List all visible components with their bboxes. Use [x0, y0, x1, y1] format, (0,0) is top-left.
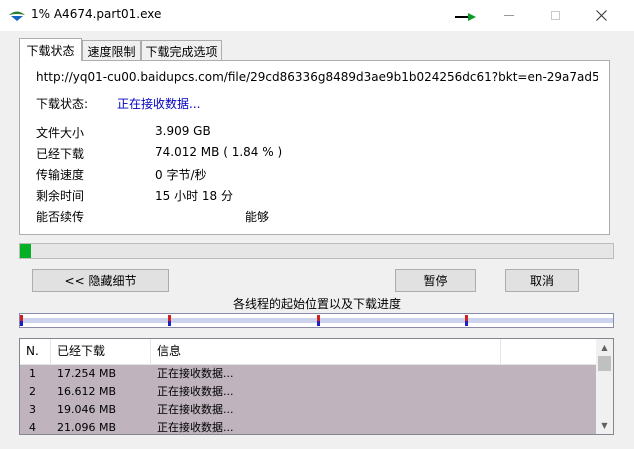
app-download-icon — [9, 11, 25, 21]
connection-downloaded: 19.046 MB — [57, 403, 117, 416]
connection-downloaded: 16.612 MB — [57, 385, 117, 398]
transfer-rate-label: 传输速度 — [36, 168, 85, 182]
title-bar[interactable]: 1% A4674.part01.exe — [0, 0, 634, 31]
connection-info: 正在接收数据... — [157, 421, 234, 434]
download-status-panel: http://yq01-cu00.baidupcs.com/file/29cd8… — [19, 60, 610, 235]
scroll-thumb[interactable] — [598, 356, 611, 371]
connection-number: 3 — [29, 403, 36, 416]
connection-info: 正在接收数据... — [157, 367, 234, 380]
status-label: 下载状态: — [36, 97, 89, 111]
tab-download-status[interactable]: 下载状态 — [19, 38, 82, 61]
minimize-button[interactable] — [486, 0, 532, 31]
downloaded-label: 已经下载 — [36, 147, 85, 161]
download-progress-bar — [19, 243, 614, 259]
transfer-rate-value: 0 字节/秒 — [155, 168, 207, 182]
download-url: http://yq01-cu00.baidupcs.com/file/29cd8… — [36, 70, 598, 84]
window-title: 1% A4674.part01.exe — [31, 7, 162, 21]
maximize-icon — [550, 11, 560, 20]
file-size-label: 文件大小 — [36, 126, 85, 140]
file-size-value: 3.909 GB — [155, 124, 211, 138]
connection-row[interactable]: 4 21.096 MB 正在接收数据... — [20, 419, 596, 434]
connection-number: 4 — [29, 421, 36, 434]
connection-number: 2 — [29, 385, 36, 398]
time-left-label: 剩余时间 — [36, 189, 85, 203]
status-value: 正在接收数据... — [117, 97, 201, 111]
scroll-up-icon[interactable]: ▲ — [596, 339, 613, 356]
connection-downloaded: 21.096 MB — [57, 421, 117, 434]
tab-completion-options[interactable]: 下载完成选项 — [141, 40, 222, 61]
threads-caption: 各线程的起始位置以及下载进度 — [232, 297, 401, 311]
connections-list[interactable]: N. 已经下载 信息 1 17.254 MB 正在接收数据... 2 16.61… — [19, 338, 614, 435]
connection-downloaded: 17.254 MB — [57, 367, 117, 380]
thread-start-marker — [317, 315, 320, 326]
close-button[interactable] — [578, 0, 624, 31]
resume-capability-label: 能否续传 — [36, 210, 85, 224]
thread-start-marker — [20, 315, 23, 326]
vertical-scrollbar[interactable]: ▲ ▼ — [596, 339, 613, 434]
scroll-down-icon[interactable]: ▼ — [596, 417, 613, 434]
maximize-button[interactable] — [532, 0, 578, 31]
minimize-icon — [504, 15, 514, 16]
column-header-number[interactable]: N. — [20, 339, 51, 364]
tab-speed-limit[interactable]: 速度限制 — [82, 40, 141, 61]
connection-row[interactable]: 1 17.254 MB 正在接收数据... — [20, 365, 596, 383]
progress-fill — [20, 244, 31, 258]
connection-info: 正在接收数据... — [157, 385, 234, 398]
column-header-info[interactable]: 信息 — [151, 339, 501, 364]
thread-start-marker — [465, 315, 468, 326]
connection-info: 正在接收数据... — [157, 403, 234, 416]
downloaded-value: 74.012 MB ( 1.84 % ) — [155, 145, 283, 159]
pause-button[interactable]: 暂停 — [395, 269, 476, 292]
resume-capability-value: 能够 — [245, 210, 270, 224]
time-left-value: 15 小时 18 分 — [155, 189, 233, 203]
hide-details-button[interactable]: << 隐藏细节 — [32, 269, 169, 292]
column-header-empty — [501, 339, 596, 364]
close-icon — [595, 10, 607, 21]
thread-start-marker — [168, 315, 171, 326]
connection-row[interactable]: 3 19.046 MB 正在接收数据... — [20, 401, 596, 419]
column-header-downloaded[interactable]: 已经下载 — [51, 339, 151, 364]
thread-progress-bar — [19, 313, 614, 328]
transfer-arrow-icon — [455, 13, 476, 21]
cancel-button[interactable]: 取消 — [505, 269, 579, 292]
connection-row[interactable]: 2 16.612 MB 正在接收数据... — [20, 383, 596, 401]
list-header: N. 已经下载 信息 — [20, 339, 596, 365]
connection-number: 1 — [29, 367, 36, 380]
